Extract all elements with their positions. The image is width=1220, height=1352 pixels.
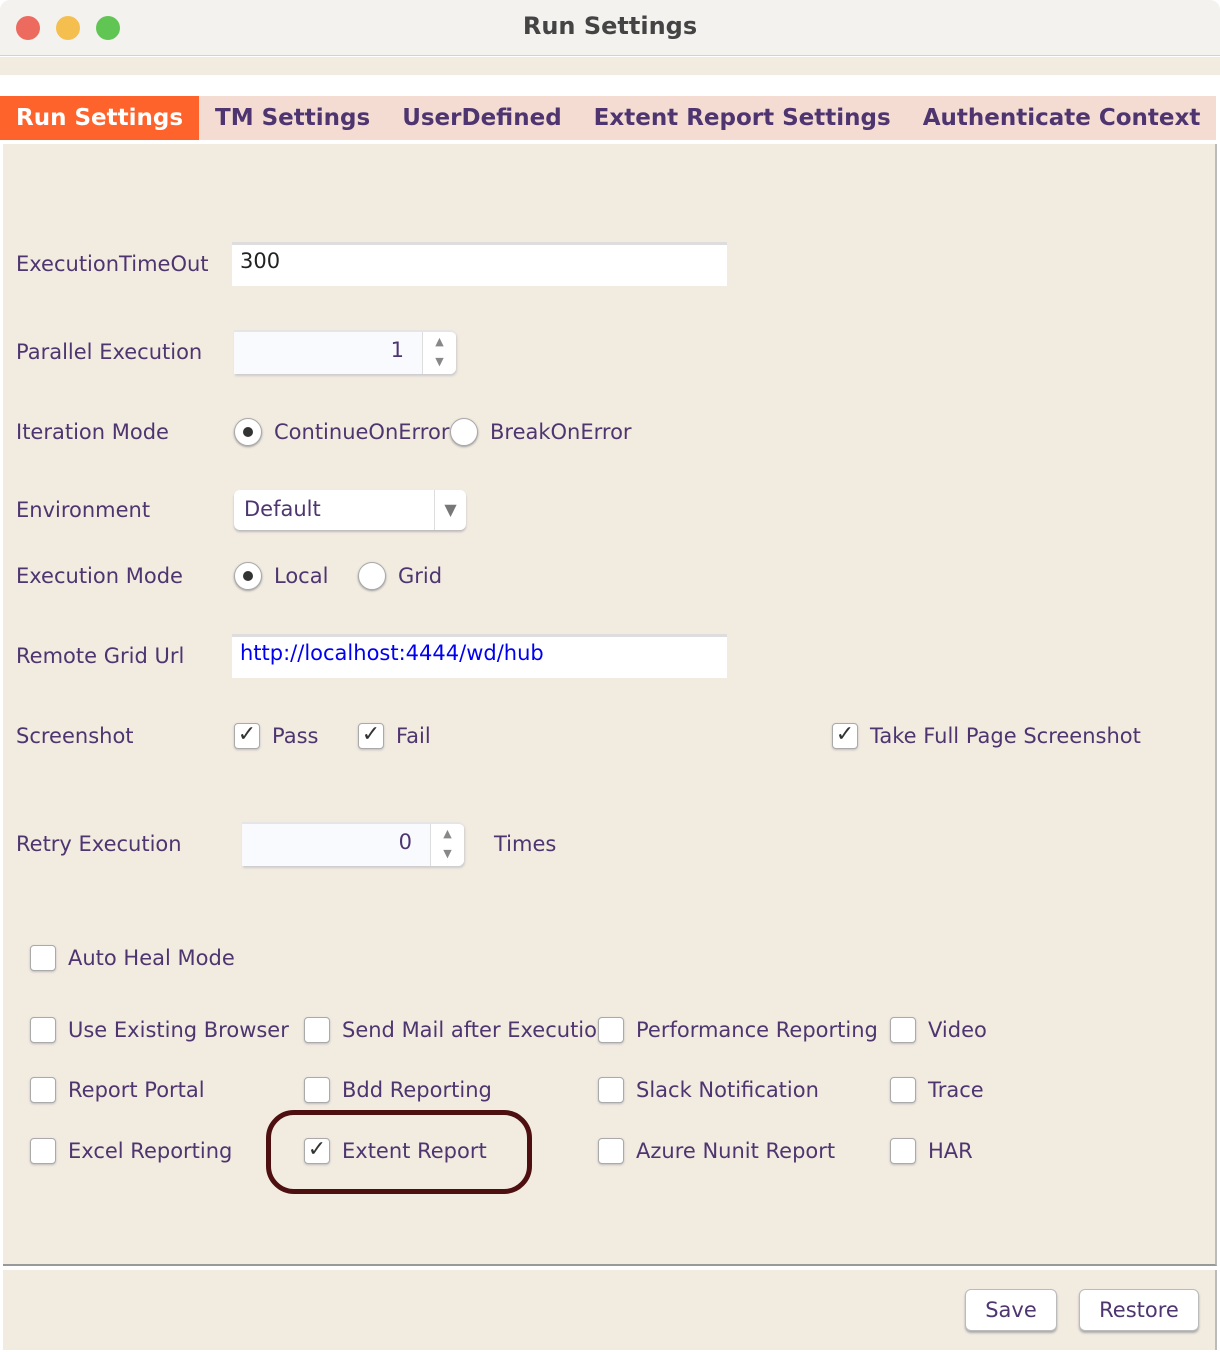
report-portal-label: Report Portal bbox=[68, 1078, 205, 1102]
grid-radio[interactable] bbox=[358, 562, 386, 590]
tab-bar: Run Settings TM Settings UserDefined Ext… bbox=[0, 96, 1217, 140]
break-on-error-label: BreakOnError bbox=[490, 420, 632, 444]
har-label: HAR bbox=[928, 1139, 973, 1163]
execution-timeout-label: ExecutionTimeOut bbox=[16, 252, 209, 276]
tab-extent-report-settings[interactable]: Extent Report Settings bbox=[578, 96, 907, 140]
remote-grid-url-input[interactable]: http://localhost:4444/wd/hub bbox=[232, 634, 727, 678]
screenshot-fail-checkbox[interactable]: ✓ bbox=[358, 723, 384, 749]
tab-authenticate-context[interactable]: Authenticate Context bbox=[907, 96, 1217, 140]
excel-reporting-checkbox[interactable] bbox=[30, 1138, 56, 1164]
azure-nunit-report-label: Azure Nunit Report bbox=[636, 1139, 836, 1163]
window-title: Run Settings bbox=[522, 12, 698, 40]
break-on-error-radio[interactable] bbox=[450, 418, 478, 446]
performance-reporting-label: Performance Reporting bbox=[636, 1018, 878, 1042]
auto-heal-checkbox[interactable] bbox=[30, 945, 56, 971]
environment-label: Environment bbox=[16, 498, 151, 522]
send-mail-after-execution-label: Send Mail after Execution bbox=[342, 1018, 611, 1042]
video-checkbox[interactable] bbox=[890, 1017, 916, 1043]
auto-heal-label: Auto Heal Mode bbox=[68, 946, 235, 970]
restore-button[interactable]: Restore bbox=[1079, 1289, 1199, 1331]
trace-checkbox[interactable] bbox=[890, 1077, 916, 1103]
screenshot-pass-checkbox[interactable]: ✓ bbox=[234, 723, 260, 749]
full-page-screenshot-checkbox[interactable]: ✓ bbox=[832, 723, 858, 749]
report-portal-checkbox[interactable] bbox=[30, 1077, 56, 1103]
save-button[interactable]: Save bbox=[965, 1289, 1057, 1331]
stepper-arrows-icon[interactable]: ▲ ▼ bbox=[430, 824, 464, 866]
trace-label: Trace bbox=[928, 1078, 984, 1102]
tab-tm-settings[interactable]: TM Settings bbox=[199, 96, 386, 140]
bdd-reporting-label: Bdd Reporting bbox=[342, 1078, 492, 1102]
performance-reporting-checkbox[interactable] bbox=[598, 1017, 624, 1043]
use-existing-browser-label: Use Existing Browser bbox=[68, 1018, 289, 1042]
retry-execution-stepper[interactable]: 0 ▲ ▼ bbox=[242, 822, 464, 866]
title-bar: Run Settings bbox=[0, 0, 1220, 56]
remote-grid-url-label: Remote Grid Url bbox=[16, 644, 185, 668]
full-page-screenshot-label: Take Full Page Screenshot bbox=[870, 724, 1141, 748]
retry-execution-value: 0 bbox=[398, 830, 412, 854]
video-label: Video bbox=[928, 1018, 987, 1042]
screenshot-label: Screenshot bbox=[16, 724, 134, 748]
azure-nunit-report-checkbox[interactable] bbox=[598, 1138, 624, 1164]
local-radio[interactable] bbox=[234, 562, 262, 590]
screenshot-pass-label: Pass bbox=[272, 724, 319, 748]
parallel-execution-label: Parallel Execution bbox=[16, 340, 203, 364]
tab-userdefined[interactable]: UserDefined bbox=[386, 96, 577, 140]
screenshot-fail-label: Fail bbox=[396, 724, 431, 748]
bdd-reporting-checkbox[interactable] bbox=[304, 1077, 330, 1103]
iteration-mode-label: Iteration Mode bbox=[16, 420, 169, 444]
slack-notification-label: Slack Notification bbox=[636, 1078, 819, 1102]
continue-on-error-label: ContinueOnError bbox=[274, 420, 450, 444]
parallel-execution-value: 1 bbox=[390, 338, 404, 362]
grid-label: Grid bbox=[398, 564, 443, 588]
retry-times-label: Times bbox=[494, 832, 557, 856]
environment-select[interactable]: Default ▼ bbox=[234, 490, 466, 530]
execution-mode-label: Execution Mode bbox=[16, 564, 183, 588]
har-checkbox[interactable] bbox=[890, 1138, 916, 1164]
execution-timeout-input[interactable]: 300 bbox=[232, 242, 727, 286]
send-mail-after-execution-checkbox[interactable] bbox=[304, 1017, 330, 1043]
local-label: Local bbox=[274, 564, 329, 588]
continue-on-error-radio[interactable] bbox=[234, 418, 262, 446]
retry-execution-label: Retry Execution bbox=[16, 832, 182, 856]
parallel-execution-stepper[interactable]: 1 ▲ ▼ bbox=[234, 330, 456, 374]
stepper-arrows-icon[interactable]: ▲ ▼ bbox=[422, 332, 456, 374]
environment-value: Default bbox=[244, 497, 321, 521]
use-existing-browser-checkbox[interactable] bbox=[30, 1017, 56, 1043]
excel-reporting-label: Excel Reporting bbox=[68, 1139, 233, 1163]
tab-run-settings[interactable]: Run Settings bbox=[0, 96, 200, 140]
highlight-annotation bbox=[266, 1110, 532, 1194]
slack-notification-checkbox[interactable] bbox=[598, 1077, 624, 1103]
toolbar-strip bbox=[0, 57, 1220, 75]
chevron-down-icon: ▼ bbox=[434, 490, 466, 530]
